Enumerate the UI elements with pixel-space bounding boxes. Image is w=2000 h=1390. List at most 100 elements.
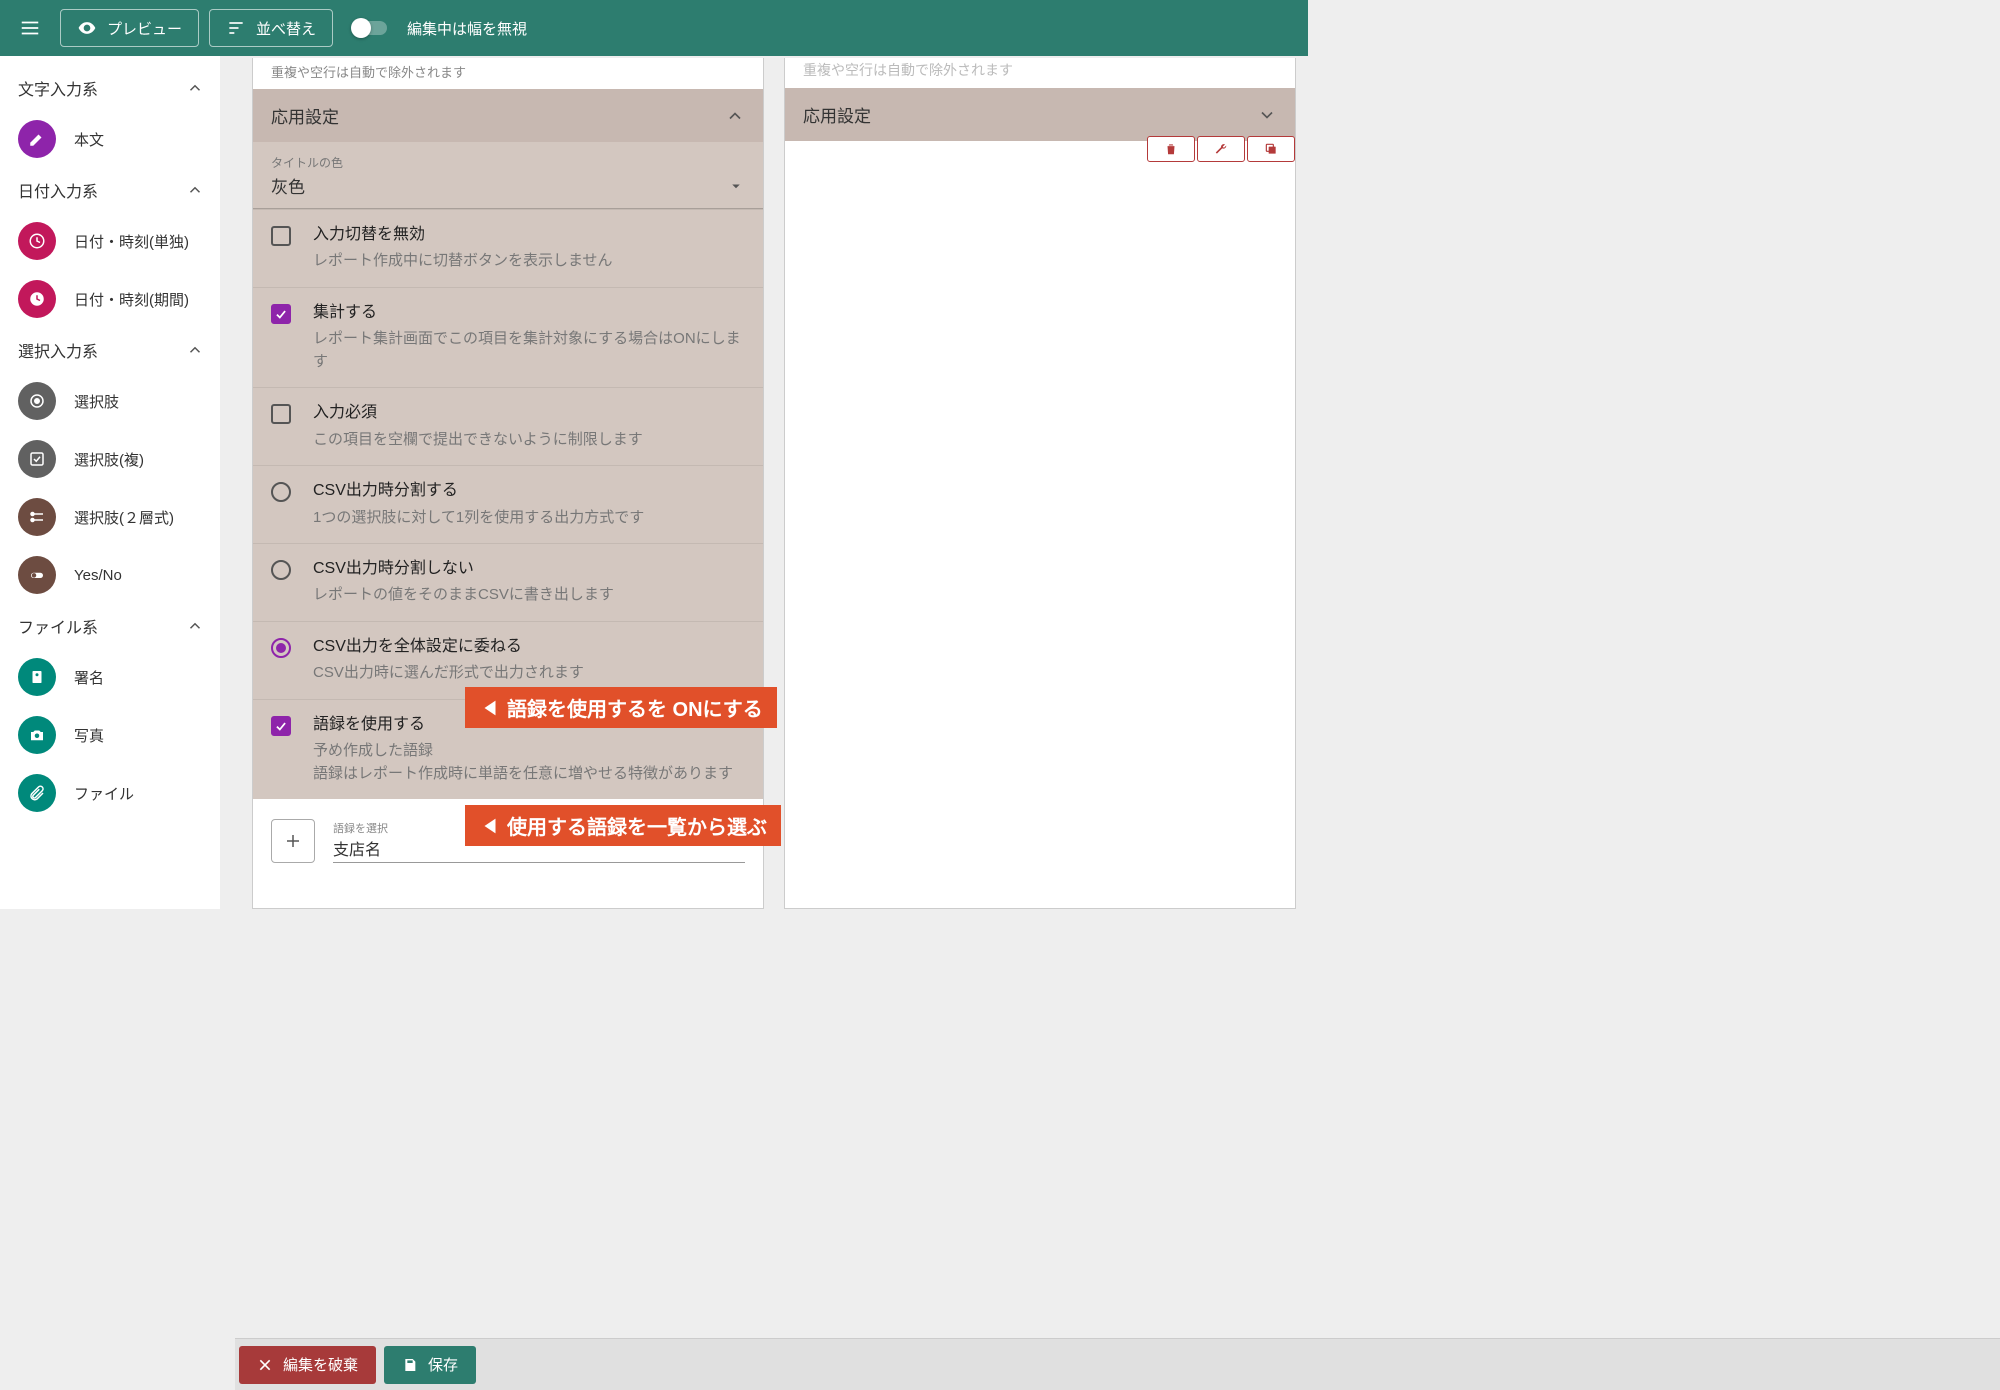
callout-use-glossary: 語録を使用するを ONにする [465, 687, 777, 728]
advanced-settings-title: 応用設定 [271, 103, 339, 128]
sidebar-section-title: 選択入力系 [18, 338, 98, 362]
sidebar-item-label: 日付・時刻(期間) [74, 289, 189, 310]
sidebar-item[interactable]: 日付・時刻(単独) [0, 212, 220, 270]
clock-outline-icon [18, 222, 56, 260]
chevron-up-icon [186, 617, 204, 635]
radio-icon [18, 382, 56, 420]
option-title: 入力切替を無効 [313, 224, 745, 246]
option-row: CSV出力時分割する 1つの選択肢に対して1列を使用する出力方式です [253, 465, 763, 543]
sidebar-item[interactable]: 署名 [0, 648, 220, 706]
callout-arrow-icon [479, 815, 501, 837]
sort-button[interactable]: 並べ替え [209, 9, 333, 47]
advanced-settings-title-right: 応用設定 [803, 102, 871, 127]
clip-icon [18, 774, 56, 812]
chevron-up-icon [186, 341, 204, 359]
chevron-up-icon [186, 79, 204, 97]
option-checkbox[interactable] [271, 226, 291, 246]
option-radio[interactable] [271, 482, 291, 502]
title-color-value: 灰色 [271, 173, 305, 198]
option-checkbox[interactable] [271, 304, 291, 324]
add-glossary-button[interactable] [271, 819, 315, 863]
sidebar-item[interactable]: 選択肢(２層式) [0, 488, 220, 546]
option-desc: レポート集計画面でこの項目を集計対象にする場合はONにします [313, 328, 745, 373]
menu-icon[interactable] [10, 8, 50, 48]
discard-button[interactable]: 編集を破棄 [239, 1346, 376, 1384]
switch-icon [18, 556, 56, 594]
sidebar-item-label: 本文 [74, 129, 104, 150]
sort-label: 並べ替え [256, 18, 316, 39]
sidebar-item-label: 選択肢 [74, 391, 119, 412]
sidebar-item-label: Yes/No [74, 567, 122, 584]
chevron-up-icon [725, 106, 745, 126]
option-title: 入力必須 [313, 402, 745, 424]
title-color-label: タイトルの色 [253, 148, 763, 171]
option-radio[interactable] [271, 638, 291, 658]
sidebar-item[interactable]: ファイル [0, 764, 220, 822]
option-desc: レポートの値をそのままCSVに書き出します [313, 584, 745, 607]
camera-icon [18, 716, 56, 754]
option-checkbox[interactable] [271, 716, 291, 736]
option-desc: 1つの選択肢に対して1列を使用する出力方式です [313, 507, 745, 530]
sidebar-item[interactable]: 選択肢(複) [0, 430, 220, 488]
eye-icon [77, 18, 97, 38]
option-row: 入力切替を無効 レポート作成中に切替ボタンを表示しません [253, 209, 763, 287]
sidebar-item-label: 選択肢(複) [74, 449, 144, 470]
save-label: 保存 [428, 1354, 458, 1375]
option-desc: レポート作成中に切替ボタンを表示しません [313, 250, 745, 273]
option-title: CSV出力を全体設定に委ねる [313, 636, 745, 658]
advanced-settings-header[interactable]: 応用設定 [253, 89, 763, 142]
pencil-icon [18, 120, 56, 158]
ignore-width-toggle[interactable] [353, 21, 387, 35]
settings-button[interactable] [1197, 136, 1245, 162]
option-row: 集計する レポート集計画面でこの項目を集計対象にする場合はONにします [253, 287, 763, 387]
right-column: 重複や空行は自動で除外されます 応用設定 [784, 58, 1296, 909]
sidebar-section-header[interactable]: ファイル系 [0, 604, 220, 648]
option-desc: CSV出力時に選んだ形式で出力されます [313, 662, 745, 685]
chevron-down-icon [727, 177, 745, 195]
dedup-hint-faded: 重複や空行は自動で除外されます [785, 58, 1295, 88]
sidebar-section-header[interactable]: 選択入力系 [0, 328, 220, 372]
sidebar-item[interactable]: 日付・時刻(期間) [0, 270, 220, 328]
sort-icon [226, 18, 246, 38]
sidebar-section-header[interactable]: 文字入力系 [0, 66, 220, 110]
option-row: 入力必須 この項目を空欄で提出できないように制限します [253, 387, 763, 465]
option-row: CSV出力時分割しない レポートの値をそのままCSVに書き出します [253, 543, 763, 621]
sidebar-item-label: 日付・時刻(単独) [74, 231, 189, 252]
option-checkbox[interactable] [271, 404, 291, 424]
title-color-dropdown[interactable]: 灰色 [253, 171, 763, 209]
option-title: 集計する [313, 302, 745, 324]
sidebar-item-label: 署名 [74, 667, 104, 688]
sidebar-section-title: 日付入力系 [18, 178, 98, 202]
copy-icon [1264, 142, 1278, 156]
sidebar-item[interactable]: Yes/No [0, 546, 220, 604]
sidebar-item-label: 選択肢(２層式) [74, 507, 174, 528]
check-icon [18, 440, 56, 478]
discard-label: 編集を破棄 [283, 1354, 358, 1375]
tree-icon [18, 498, 56, 536]
preview-button[interactable]: プレビュー [60, 9, 199, 47]
sidebar-item[interactable]: 選択肢 [0, 372, 220, 430]
delete-button[interactable] [1147, 136, 1195, 162]
chevron-down-icon [1257, 105, 1277, 125]
option-radio[interactable] [271, 560, 291, 580]
save-button[interactable]: 保存 [384, 1346, 476, 1384]
sidebar-item[interactable]: 写真 [0, 706, 220, 764]
copy-button[interactable] [1247, 136, 1295, 162]
sidebar-item[interactable]: 本文 [0, 110, 220, 168]
clock-solid-icon [18, 280, 56, 318]
preview-label: プレビュー [107, 18, 182, 39]
sidebar-item-label: ファイル [74, 783, 134, 804]
callout-text-1: 語録を使用するを ONにする [507, 693, 763, 722]
callout-arrow-icon [479, 697, 501, 719]
sidebar-section-header[interactable]: 日付入力系 [0, 168, 220, 212]
bottom-action-bar: 編集を破棄 保存 [235, 1338, 2000, 1390]
advanced-settings-header-right[interactable]: 応用設定 [785, 88, 1295, 141]
main-area: 重複や空行は自動で除外されます 応用設定 タイトルの色 灰色 入力切替を無効 レ… [220, 56, 1308, 909]
trash-icon [1164, 142, 1178, 156]
stamp-icon [18, 658, 56, 696]
dedup-hint: 重複や空行は自動で除外されます [253, 58, 763, 89]
wrench-icon [1214, 142, 1228, 156]
save-icon [402, 1357, 418, 1373]
option-title: CSV出力時分割しない [313, 558, 745, 580]
option-desc: この項目を空欄で提出できないように制限します [313, 429, 745, 452]
